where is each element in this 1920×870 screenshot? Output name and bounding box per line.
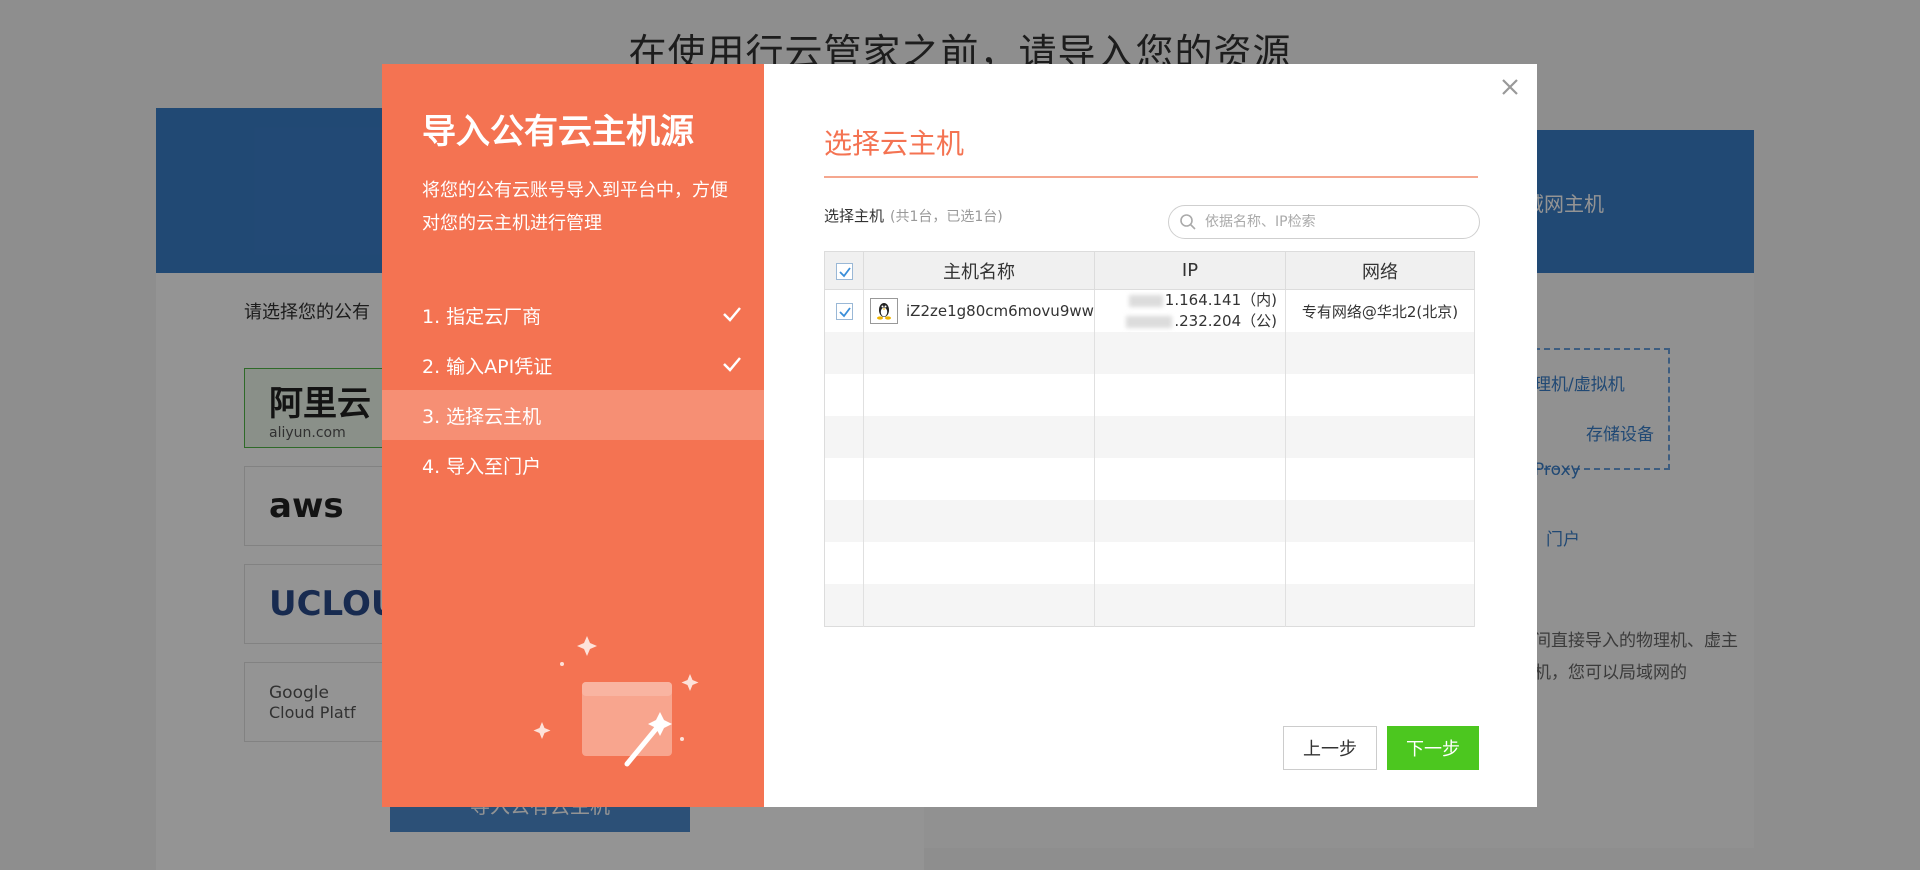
redacted-mask xyxy=(1126,315,1173,328)
check-icon xyxy=(838,307,851,318)
wizard-title: 导入公有云主机源 xyxy=(422,112,694,152)
search-input[interactable] xyxy=(1205,214,1465,230)
search-box[interactable] xyxy=(1168,205,1480,239)
ip-public: .232.204（公) xyxy=(1174,312,1277,330)
table-header-row: 主机名称 IP 网络 xyxy=(824,251,1475,290)
step-4: 4. 导入至门户 xyxy=(382,440,764,490)
step-label: 3. 选择云主机 xyxy=(422,405,542,428)
close-icon[interactable] xyxy=(1497,74,1523,100)
host-name: iZ2ze1g80cm6movu9wwm xyxy=(906,302,1094,320)
wizard-steps: 1. 指定云厂商 2. 输入API凭证 3. 选择云主机 4. 导入至门户 xyxy=(382,290,764,490)
select-all-cell xyxy=(824,251,864,290)
select-count: (共1台，已选1台) xyxy=(890,209,1003,225)
table-row-empty xyxy=(824,584,1475,626)
step-label: 1. 指定云厂商 xyxy=(422,305,542,328)
step-2: 2. 输入API凭证 xyxy=(382,340,764,390)
column-header-ip[interactable]: IP xyxy=(1094,251,1286,290)
section-title: 选择云主机 xyxy=(824,127,965,160)
check-icon xyxy=(838,266,851,277)
select-all-checkbox[interactable] xyxy=(835,262,853,280)
redacted-mask xyxy=(1128,294,1163,307)
table-row-empty xyxy=(824,542,1475,584)
table-row-empty xyxy=(824,332,1475,374)
wizard-sidebar: 导入公有云主机源 将您的公有云账号导入到平台中，方便对您的云主机进行管理 1. … xyxy=(382,64,764,807)
linux-icon xyxy=(870,298,898,324)
column-header-name[interactable]: 主机名称 xyxy=(863,251,1095,290)
wizard-subtitle: 将您的公有云账号导入到平台中，方便对您的云主机进行管理 xyxy=(422,180,728,234)
wizard-content: 选择云主机 选择主机 (共1台，已选1台) 主机名称 xyxy=(764,64,1537,807)
step-3: 3. 选择云主机 xyxy=(382,390,764,440)
host-table: 主机名称 IP 网络 iZ2ze1g80cm6movu9wwm 1.164.14… xyxy=(824,251,1475,627)
column-header-network[interactable]: 网络 xyxy=(1285,251,1475,290)
prev-step-button[interactable]: 上一步 xyxy=(1283,726,1377,770)
row-select-cell xyxy=(824,289,864,332)
section-divider xyxy=(824,176,1478,178)
check-icon xyxy=(723,307,741,322)
host-selection-label: 选择主机 (共1台，已选1台) xyxy=(824,205,1003,226)
select-label: 选择主机 xyxy=(824,207,885,225)
ip-cell: 1.164.141（内) .232.204（公) xyxy=(1094,289,1286,332)
table-row-empty xyxy=(824,500,1475,542)
network-cell: 专有网络@华北2(北京) xyxy=(1285,289,1475,332)
row-checkbox[interactable] xyxy=(835,303,853,320)
host-name-cell: iZ2ze1g80cm6movu9wwm xyxy=(863,289,1095,332)
table-row-empty xyxy=(824,416,1475,458)
check-icon xyxy=(723,357,741,372)
table-row-empty xyxy=(824,374,1475,416)
table-row[interactable]: iZ2ze1g80cm6movu9wwm 1.164.141（内) .232.2… xyxy=(824,289,1475,332)
step-label: 4. 导入至门户 xyxy=(422,455,542,478)
magic-wand-illustration xyxy=(533,636,699,767)
search-icon xyxy=(1180,214,1196,230)
table-row-empty xyxy=(824,458,1475,500)
step-1: 1. 指定云厂商 xyxy=(382,290,764,340)
step-label: 2. 输入API凭证 xyxy=(422,355,553,378)
ip-private: 1.164.141（内) xyxy=(1164,291,1277,309)
next-step-button[interactable]: 下一步 xyxy=(1387,726,1479,770)
import-wizard-modal: 导入公有云主机源 将您的公有云账号导入到平台中，方便对您的云主机进行管理 1. … xyxy=(382,64,1537,807)
